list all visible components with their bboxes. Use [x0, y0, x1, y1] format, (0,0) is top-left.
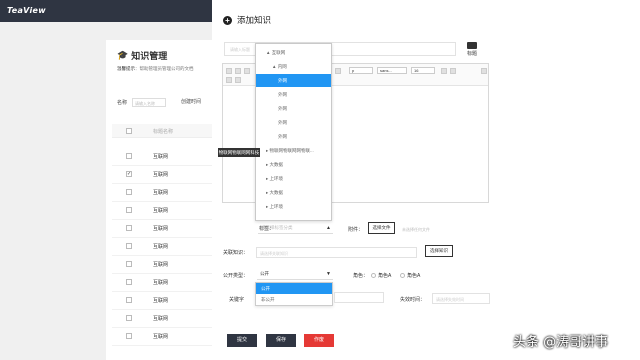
select-all-checkbox[interactable] — [126, 128, 132, 134]
row-checkbox[interactable] — [126, 243, 132, 249]
tag-icon — [467, 42, 477, 49]
row-checkbox[interactable] — [126, 297, 132, 303]
page-hint: 温馨提示：帮助管理员管理公司的文档 — [117, 66, 194, 71]
role-b-radio[interactable]: 角色A — [400, 272, 420, 279]
role-a-radio[interactable]: 角色A — [371, 272, 391, 279]
related-knowledge-input[interactable]: 请选择关联知识 — [256, 247, 417, 258]
row-title: 互联网 — [153, 280, 169, 286]
table-row[interactable]: 互联网 — [112, 238, 216, 256]
row-checkbox[interactable] — [126, 315, 132, 321]
row-checkbox[interactable] — [126, 261, 132, 267]
link-icon[interactable] — [450, 68, 456, 74]
row-title: 互联网 — [153, 172, 169, 178]
caret-down-icon: ▼ — [326, 271, 331, 277]
attachment-label: 附件： — [348, 227, 364, 233]
format-icon[interactable] — [335, 68, 341, 74]
visibility-dropdown: 公开 非公开 — [255, 282, 333, 306]
table-row[interactable]: 互联网 — [112, 256, 216, 274]
tree-item[interactable]: ▸ 物联网物联网网物联... — [256, 144, 331, 157]
void-button[interactable]: 作废 — [304, 334, 334, 347]
tree-item[interactable]: ▸ 上环境 — [256, 200, 331, 213]
italic-icon[interactable] — [235, 68, 241, 74]
category-tree-dropdown: ▲ 互联网 ▲ 内网 外网 外网 外网 外网 外网 ▸ 物联网物联网网物联... ▸ 大数据 ▸ … — [255, 43, 332, 221]
visibility-option-private[interactable]: 非公开 — [256, 294, 332, 305]
tree-item[interactable]: 外网 — [256, 116, 331, 129]
row-title: 互联网 — [153, 208, 169, 214]
app-logo: TeaView — [7, 6, 46, 15]
watermark: 头条 @涛哥讲事 — [513, 335, 609, 350]
row-checkbox[interactable] — [126, 279, 132, 285]
tree-item-tooltip: 物联网物联网网科技 — [218, 148, 260, 157]
expire-time-label: 失效时间： — [400, 297, 426, 303]
row-title: 互联网 — [153, 298, 169, 304]
role-label: 角色： — [353, 273, 369, 279]
category-select[interactable]: 请选择标签分类 ▲ — [258, 223, 333, 234]
visibility-select[interactable]: 公开 ▼ — [257, 269, 333, 280]
select-knowledge-button[interactable]: 选择知识 — [425, 245, 453, 257]
radio-icon — [400, 273, 405, 279]
tree-item[interactable]: ▸ 大数据 — [256, 186, 331, 199]
row-title: 互联网 — [153, 226, 169, 232]
table-row[interactable]: 互联网 — [112, 328, 216, 346]
align-icon[interactable] — [226, 77, 232, 83]
expire-time-input[interactable]: 请选择失效时间 — [432, 293, 490, 304]
save-button[interactable]: 保存 — [266, 334, 296, 347]
graduation-cap-icon: 🎓 — [117, 50, 129, 60]
row-checkbox[interactable] — [126, 207, 132, 213]
row-title: 互联网 — [153, 244, 169, 250]
table-row[interactable]: 互联网 — [112, 202, 216, 220]
row-checkbox[interactable] — [126, 153, 132, 159]
row-checkbox[interactable] — [126, 189, 132, 195]
visibility-option-public[interactable]: 公开 — [256, 283, 332, 294]
tree-item[interactable]: ▲ 互联网 — [256, 46, 331, 59]
page-title: 🎓 知识管理 — [117, 50, 168, 61]
tree-item[interactable]: 外网 — [256, 102, 331, 115]
name-filter: 名称 请输入名称 — [117, 98, 167, 107]
table-row[interactable]: 互联网 — [112, 220, 216, 238]
table-row[interactable]: 互联网 — [112, 148, 216, 166]
table-row[interactable]: 互联网 — [112, 274, 216, 292]
keywords-input[interactable] — [334, 292, 384, 303]
tree-item[interactable]: ▸ 上环境 — [256, 172, 331, 185]
keywords-label: 关键字 — [229, 297, 245, 303]
table-row[interactable]: 互联网 — [112, 184, 216, 202]
row-title: 互联网 — [153, 316, 169, 322]
row-title: 互联网 — [153, 190, 169, 196]
visibility-label: 公开类型： — [223, 273, 249, 279]
row-checkbox[interactable]: ✓ — [126, 171, 132, 177]
tree-item[interactable]: 外网 — [256, 88, 331, 101]
row-title: 互联网 — [153, 334, 169, 340]
font-size-select[interactable]: 16 — [411, 67, 435, 74]
submit-button[interactable]: 提交 — [227, 334, 257, 347]
tag-button[interactable]: 标题 — [465, 42, 479, 57]
related-knowledge-label: 关联知识： — [223, 250, 249, 256]
upload-hint: 未选择任何文件 — [402, 227, 430, 232]
row-checkbox[interactable] — [126, 333, 132, 339]
radio-icon — [371, 273, 376, 279]
created-time-filter-label: 创建时间 — [181, 99, 202, 105]
list-icon[interactable] — [235, 77, 241, 83]
row-checkbox[interactable] — [126, 225, 132, 231]
font-family-select[interactable]: sans... — [377, 67, 407, 74]
upload-file-button[interactable]: 选择文件 — [368, 222, 395, 234]
plus-circle-icon: + — [223, 15, 232, 25]
tree-item[interactable]: 外网 — [256, 74, 331, 87]
caret-up-icon: ▲ — [326, 225, 331, 231]
underline-icon[interactable] — [244, 68, 250, 74]
tree-item[interactable]: ▸ 大数据 — [256, 158, 331, 171]
bold-icon[interactable] — [226, 68, 232, 74]
fullscreen-icon[interactable] — [481, 68, 487, 74]
name-filter-input[interactable]: 请输入名称 — [132, 98, 167, 107]
image-icon[interactable] — [441, 68, 447, 74]
table-row[interactable]: 互联网 — [112, 310, 216, 328]
tree-item[interactable]: 外网 — [256, 130, 331, 143]
tree-item[interactable]: ▲ 内网 — [256, 60, 331, 73]
table-row[interactable]: ✓ 互联网 — [112, 166, 216, 184]
row-title: 互联网 — [153, 262, 169, 268]
paragraph-select[interactable]: p — [349, 67, 373, 74]
drawer-title: + 添加知识 — [223, 14, 271, 26]
table-row[interactable]: 互联网 — [112, 292, 216, 310]
table-header: 标题名称 — [112, 124, 216, 138]
row-title: 互联网 — [153, 154, 169, 160]
